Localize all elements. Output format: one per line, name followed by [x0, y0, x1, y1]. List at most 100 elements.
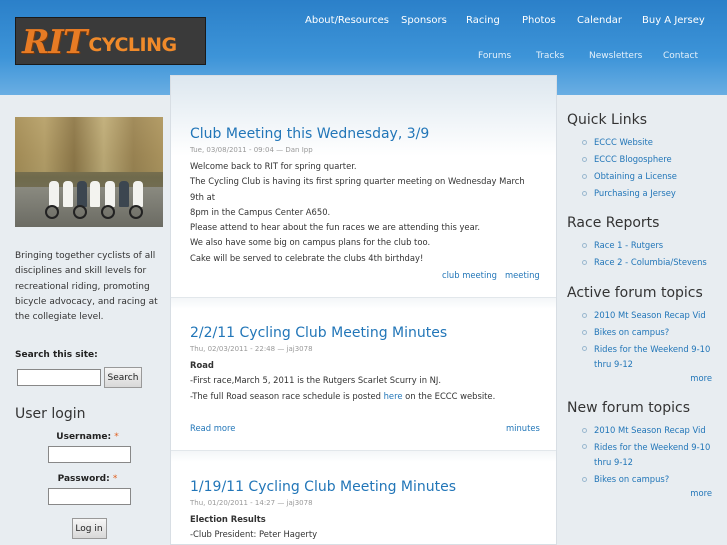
forum-topic-link[interactable]: Bikes on campus?	[594, 327, 669, 337]
nav-sponsors[interactable]: Sponsors	[401, 15, 447, 26]
post-heading: Election Results	[190, 514, 266, 524]
required-mark: *	[114, 432, 119, 443]
forum-topic-link[interactable]: Rides for the Weekend 9-10 thru 9-12	[594, 344, 710, 369]
post-line: -First race,March 5, 2011 is the Rutgers…	[190, 375, 442, 386]
search-form: Search	[15, 367, 163, 389]
post-heading: Road	[190, 360, 214, 370]
quick-link-license[interactable]: Obtaining a License	[594, 171, 677, 181]
quick-link-eccc-blogosphere[interactable]: ECCC Blogosphere	[594, 154, 672, 164]
active-forum-more-link[interactable]: more	[690, 373, 712, 383]
nav-buy-a-jersey[interactable]: Buy A Jersey	[642, 15, 705, 26]
post-body: Election Results -Club President: Peter …	[190, 512, 539, 543]
tag-club-meeting[interactable]: club meeting	[442, 270, 497, 280]
forum-topic-link[interactable]: Bikes on campus?	[594, 474, 669, 484]
forum-topic-link[interactable]: 2010 Mt Season Recap Vid	[594, 425, 706, 435]
list-item: Bikes on campus?	[567, 324, 717, 341]
password-field[interactable]	[47, 488, 131, 506]
post-line: Cake will be served to celebrate the clu…	[190, 252, 424, 263]
bullet-icon	[582, 477, 587, 482]
nav-forums[interactable]: Forums	[478, 51, 511, 61]
post-club-meeting: Club Meeting this Wednesday, 3/9 Tue, 03…	[190, 126, 539, 266]
quick-link-jersey[interactable]: Purchasing a Jersey	[594, 188, 676, 198]
post-separator	[171, 450, 556, 462]
post-minutes-jan: 1/19/11 Cycling Club Meeting Minutes Thu…	[190, 479, 539, 543]
more-link-wrap: more	[567, 373, 717, 383]
post-minutes-feb: 2/2/11 Cycling Club Meeting Minutes Thu,…	[190, 325, 539, 404]
post-line: 8pm in the Campus Center A650.	[190, 206, 331, 217]
post-line: Please attend to hear about the fun race…	[190, 222, 481, 233]
bullet-icon	[582, 157, 587, 162]
post-line: -The full Road season race schedule is p…	[190, 390, 496, 401]
race-reports-title: Race Reports	[567, 215, 660, 231]
password-label-text: Password:	[57, 474, 110, 485]
race-report-1[interactable]: Race 1 - Rutgers	[594, 240, 663, 250]
bullet-icon	[582, 260, 587, 265]
read-more-link[interactable]: Read more	[190, 423, 235, 433]
username-field[interactable]	[47, 446, 131, 464]
post-meta: Thu, 01/20/2011 - 14:27 — jaj3078	[190, 499, 313, 507]
list-item: 2010 Mt Season Recap Vid	[567, 307, 717, 324]
nav-photos[interactable]: Photos	[522, 15, 556, 26]
post-title[interactable]: 2/2/11 Cycling Club Meeting Minutes	[190, 325, 539, 341]
post-meta: Thu, 02/03/2011 - 22:48 — jaj3078	[190, 345, 313, 353]
bullet-icon	[582, 444, 587, 449]
primary-nav: About/Resources Sponsors Racing Photos C…	[0, 15, 727, 31]
post-line: -Club President: Peter Hagerty	[190, 529, 318, 540]
active-forum-list: 2010 Mt Season Recap Vid Bikes on campus…	[567, 307, 717, 373]
bullet-icon	[582, 330, 587, 335]
bullet-icon	[582, 191, 587, 196]
quick-link-eccc-website[interactable]: ECCC Website	[594, 137, 653, 147]
required-mark: *	[112, 474, 118, 485]
list-item: Race 2 - Columbia/Stevens	[567, 254, 717, 271]
nav-calendar[interactable]: Calendar	[577, 15, 622, 26]
bullet-icon	[582, 140, 587, 145]
search-label: Search this site:	[15, 350, 98, 361]
secondary-nav: Forums Tracks Newsletters Contact	[0, 51, 727, 65]
username-label: Username: *	[15, 432, 160, 442]
post-meta: Tue, 03/08/2011 - 09:04 — Dan Ipp	[190, 146, 313, 154]
nav-newsletters[interactable]: Newsletters	[589, 51, 642, 61]
nav-contact[interactable]: Contact	[663, 51, 698, 61]
nav-tracks[interactable]: Tracks	[536, 51, 564, 61]
post-line: The Cycling Club is having its first spr…	[190, 176, 525, 202]
post-separator	[171, 297, 556, 309]
bullet-icon	[582, 174, 587, 179]
post-body: Road -First race,March 5, 2011 is the Ru…	[190, 358, 539, 404]
race-report-2[interactable]: Race 2 - Columbia/Stevens	[594, 257, 707, 267]
quick-links-title: Quick Links	[567, 112, 648, 128]
search-button[interactable]: Search	[104, 367, 142, 389]
list-item: 2010 Mt Season Recap Vid	[567, 422, 717, 439]
list-item: ECCC Website	[567, 134, 717, 151]
nav-racing[interactable]: Racing	[466, 15, 500, 26]
post-line: Welcome back to RIT for spring quarter.	[190, 161, 357, 171]
bullet-icon	[582, 428, 587, 433]
list-item: Rides for the Weekend 9-10 thru 9-12	[567, 439, 717, 471]
forum-topic-link[interactable]: 2010 Mt Season Recap Vid	[594, 310, 706, 320]
new-forum-more-link[interactable]: more	[690, 488, 712, 498]
list-item: Purchasing a Jersey	[567, 185, 717, 202]
list-item: Rides for the Weekend 9-10 thru 9-12	[567, 341, 717, 373]
new-forum-list: 2010 Mt Season Recap Vid Rides for the W…	[567, 422, 717, 488]
tag-minutes[interactable]: minutes	[506, 423, 540, 433]
right-sidebar: Quick Links ECCC Website ECCC Blogospher…	[567, 112, 717, 498]
post-line: We also have some big on campus plans fo…	[190, 237, 431, 248]
post-title[interactable]: 1/19/11 Cycling Club Meeting Minutes	[190, 479, 539, 495]
left-sidebar: Bringing together cyclists of all discip…	[15, 117, 163, 540]
eccc-here-link[interactable]: here	[384, 391, 403, 401]
bullet-icon	[582, 313, 587, 318]
main-content: Club Meeting this Wednesday, 3/9 Tue, 03…	[170, 75, 557, 545]
forum-topic-link[interactable]: Rides for the Weekend 9-10 thru 9-12	[594, 442, 710, 467]
search-input[interactable]	[17, 369, 101, 387]
nav-about-resources[interactable]: About/Resources	[305, 15, 389, 26]
list-item: Bikes on campus?	[567, 471, 717, 488]
user-login-title: User login	[15, 406, 86, 423]
bullet-icon	[582, 243, 587, 248]
post-title[interactable]: Club Meeting this Wednesday, 3/9	[190, 126, 539, 142]
list-item: Race 1 - Rutgers	[567, 237, 717, 254]
new-forum-title: New forum topics	[567, 400, 691, 416]
team-photo	[15, 117, 163, 227]
login-button[interactable]: Log in	[71, 518, 107, 540]
tag-meeting[interactable]: meeting	[505, 270, 540, 280]
username-label-text: Username:	[56, 432, 112, 443]
race-reports-list: Race 1 - Rutgers Race 2 - Columbia/Steve…	[567, 237, 717, 271]
